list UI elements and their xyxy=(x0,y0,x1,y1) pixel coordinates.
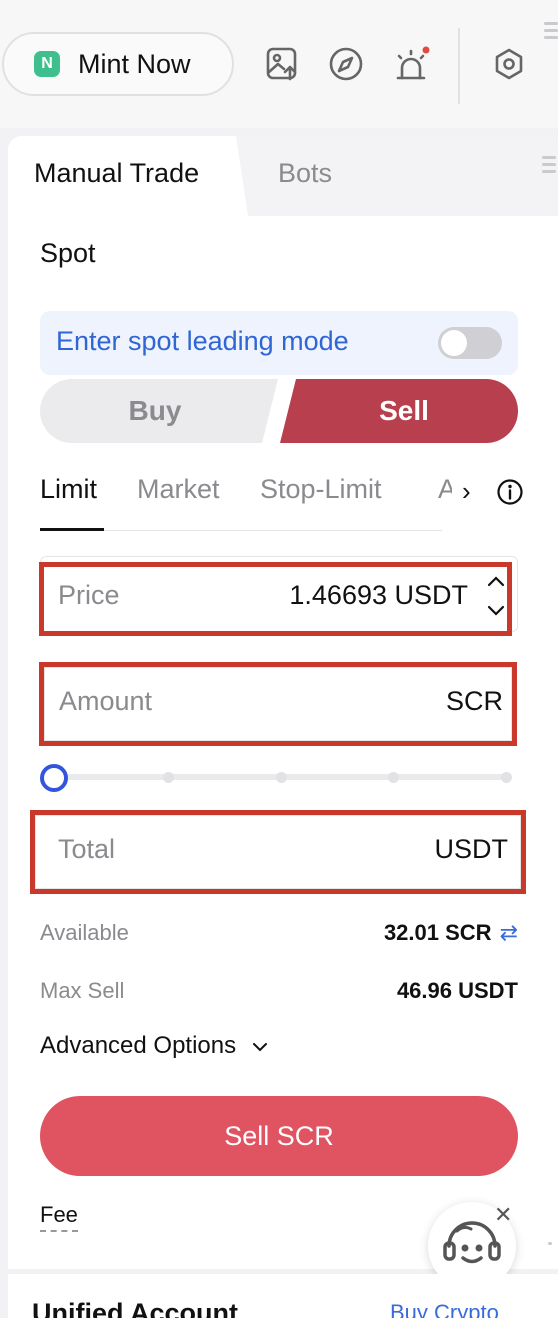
order-tab-active-indicator xyxy=(40,528,104,531)
unified-account-title: Unified Account xyxy=(32,1298,238,1318)
advanced-options-toggle[interactable]: Advanced Options xyxy=(40,1032,269,1060)
tab-manual-trade-label[interactable]: Manual Trade xyxy=(34,158,199,189)
mint-logo-icon: N xyxy=(34,51,60,77)
order-tab-truncated: A xyxy=(438,474,452,504)
slider-mark-50[interactable] xyxy=(276,772,287,783)
chevron-down-icon xyxy=(252,1043,267,1052)
price-value: 1.46693 USDT xyxy=(289,580,468,610)
panel-drag-handle-icon[interactable] xyxy=(542,156,556,177)
upload-image-icon[interactable] xyxy=(264,45,302,83)
amount-label: Amount xyxy=(59,686,153,716)
trade-panel: Manual Trade Bots Spot Enter spot leadin… xyxy=(8,136,558,1269)
fee-link[interactable]: Fee xyxy=(40,1202,78,1232)
info-icon[interactable] xyxy=(496,478,524,506)
chevron-up-icon xyxy=(487,576,505,587)
amount-input[interactable]: Amount SCR xyxy=(44,667,512,741)
buy-crypto-link[interactable]: Buy Crypto xyxy=(390,1300,499,1318)
order-tab-stop-limit[interactable]: Stop-Limit xyxy=(260,474,382,505)
max-sell-label: Max Sell xyxy=(40,978,125,1003)
spot-leading-mode-toggle[interactable] xyxy=(438,327,502,359)
settings-hex-icon[interactable] xyxy=(490,45,528,83)
mint-now-label: Mint Now xyxy=(78,48,191,79)
total-label: Total xyxy=(58,834,116,864)
price-decrease-button[interactable] xyxy=(482,596,510,626)
buy-sell-switch: Buy Sell xyxy=(40,379,518,443)
price-input[interactable]: Price 1.46693 USDT xyxy=(44,567,476,631)
available-label: Available xyxy=(40,920,129,945)
mint-now-button[interactable]: N Mint Now xyxy=(2,32,234,96)
drag-handle-icon[interactable] xyxy=(544,22,558,43)
slider-handle[interactable] xyxy=(40,764,68,792)
price-stepper xyxy=(482,566,510,626)
sell-button[interactable]: Sell xyxy=(280,379,518,443)
sell-scr-button[interactable]: Sell SCR xyxy=(40,1096,518,1176)
order-tab-market[interactable]: Market xyxy=(137,474,220,505)
slider-mark-25[interactable] xyxy=(163,772,174,783)
alarm-icon[interactable] xyxy=(392,45,430,83)
spot-leading-mode-row: Enter spot leading mode xyxy=(40,311,518,375)
max-sell-value: 46.96 USDT xyxy=(396,978,518,1003)
slider-mark-75[interactable] xyxy=(388,772,399,783)
available-value: 32.01 SCR xyxy=(383,920,492,945)
resize-corner-icon[interactable] xyxy=(542,1242,552,1249)
order-tab-limit[interactable]: Limit xyxy=(40,474,97,505)
toggle-knob xyxy=(441,330,467,356)
total-unit: USDT xyxy=(434,834,509,864)
chevron-down-icon xyxy=(487,605,505,616)
order-tab-overflow[interactable]: A xyxy=(438,474,452,514)
total-input[interactable]: Total USDT xyxy=(35,815,521,889)
chevron-right-icon[interactable]: › xyxy=(462,476,471,507)
buy-button[interactable]: Buy xyxy=(40,379,278,443)
top-bar: N Mint Now xyxy=(0,0,558,128)
top-divider xyxy=(458,28,460,104)
compass-icon[interactable] xyxy=(327,45,365,83)
amount-unit: SCR xyxy=(445,686,503,716)
slider-mark-100[interactable] xyxy=(501,772,512,783)
close-icon[interactable]: ✕ xyxy=(494,1202,512,1228)
price-increase-button[interactable] xyxy=(482,566,510,596)
amount-slider[interactable] xyxy=(40,764,518,792)
section-title: Spot xyxy=(40,238,96,268)
tab-bots-label[interactable]: Bots xyxy=(278,158,332,189)
order-type-tabs: Limit Market Stop-Limit A › xyxy=(40,474,523,531)
swap-icon[interactable]: ⇄ xyxy=(500,920,518,945)
advanced-options-label: Advanced Options xyxy=(40,1032,237,1059)
spot-leading-mode-label: Enter spot leading mode xyxy=(56,326,349,356)
price-label: Price xyxy=(58,580,120,610)
available-value-row: 32.01 SCR ⇄ xyxy=(384,920,518,946)
